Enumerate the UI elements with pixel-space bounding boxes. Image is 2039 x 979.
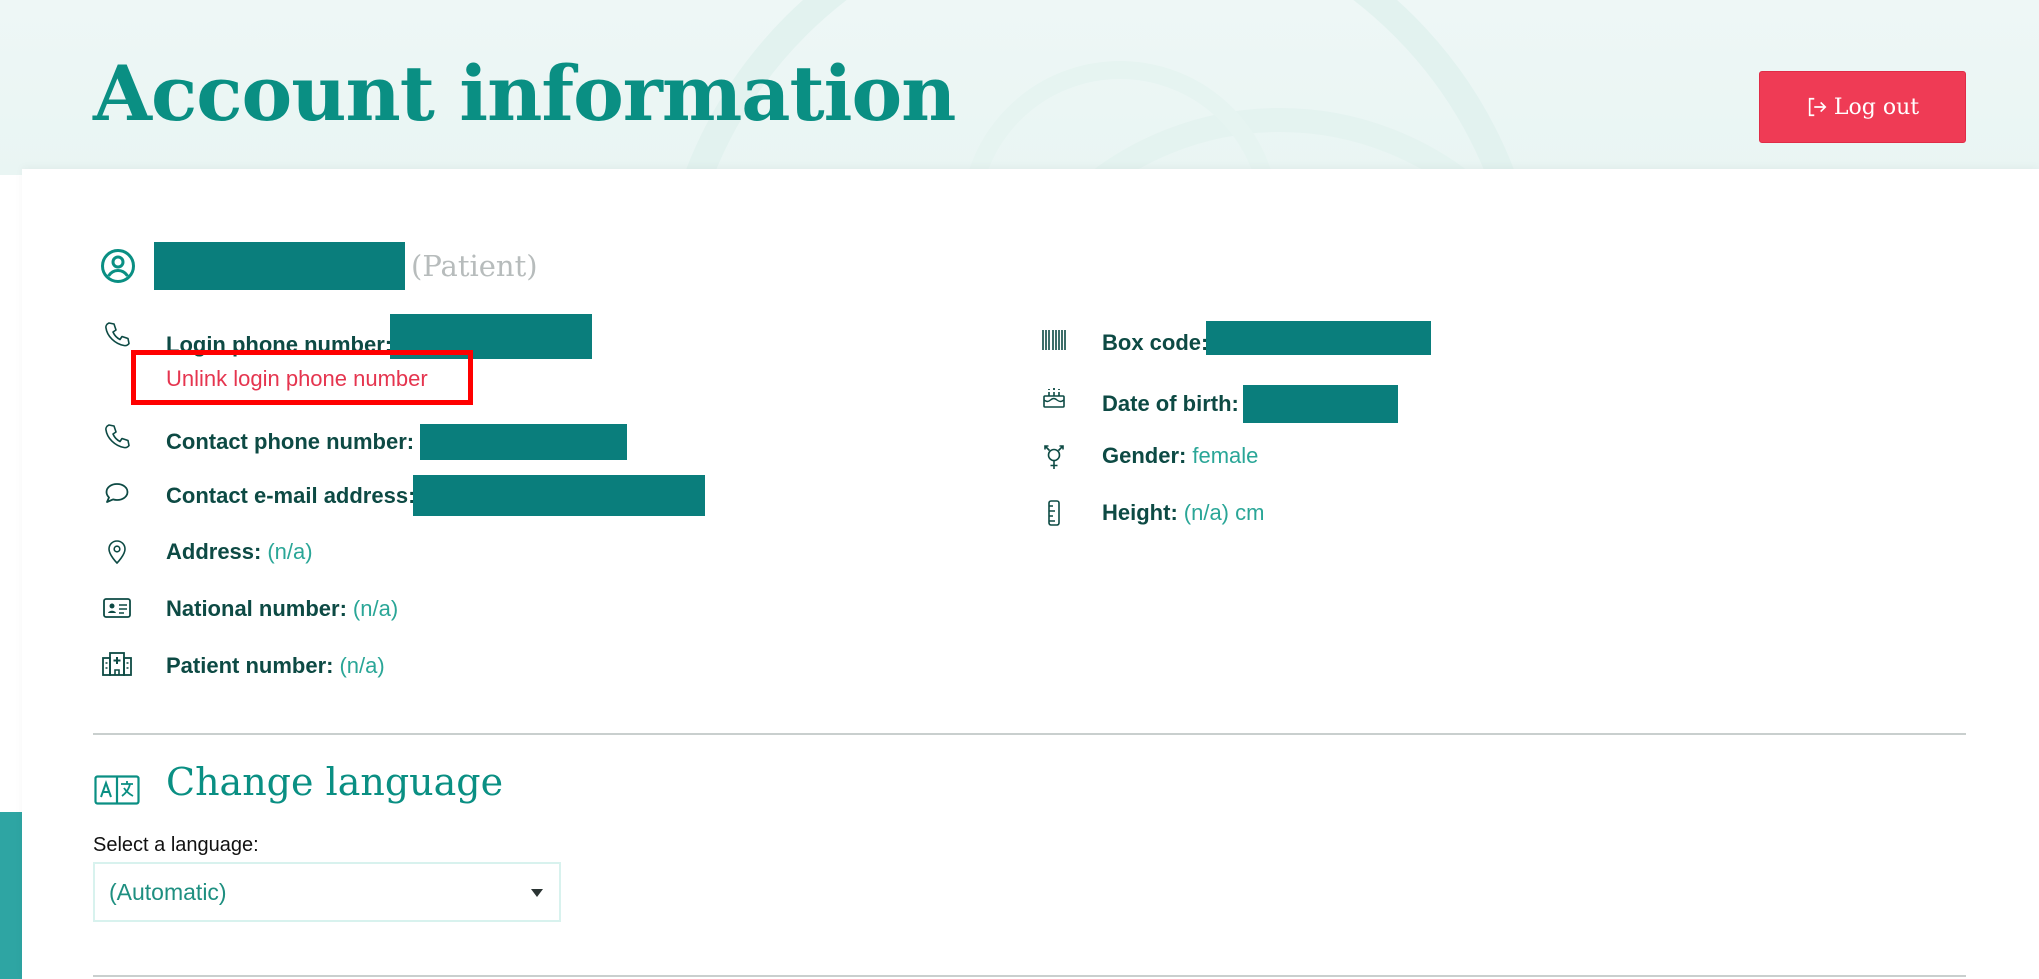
hospital-icon	[101, 648, 133, 680]
language-select-value: (Automatic)	[109, 878, 227, 905]
barcode-icon	[1038, 324, 1070, 356]
section-divider	[93, 733, 1966, 735]
patient-name-redacted	[154, 242, 405, 290]
phone-icon	[101, 420, 133, 452]
national-number-value: (n/a)	[352, 596, 399, 621]
contact-phone-label: Contact phone number:	[166, 429, 415, 454]
contact-email-field: Contact e-mail address:	[105, 475, 706, 516]
address-field: Address: (n/a)	[108, 539, 313, 565]
dropdown-caret-icon	[531, 889, 543, 897]
gender-value: female	[1192, 443, 1259, 468]
contact-email-value-redacted	[413, 475, 706, 516]
logout-button[interactable]: Log out	[1759, 71, 1966, 143]
height-label: Height:	[1102, 500, 1178, 525]
patient-number-value: (n/a)	[339, 653, 385, 678]
section-divider	[93, 975, 1966, 977]
user-circle-icon	[101, 249, 135, 283]
account-card	[22, 169, 2039, 979]
box-code-value-redacted	[1206, 321, 1432, 355]
national-number-field: National number: (n/a)	[103, 596, 399, 622]
height-value: (n/a) cm	[1183, 500, 1265, 525]
patient-number-field: Patient number: (n/a)	[102, 652, 385, 679]
select-language-label: Select a language:	[93, 834, 259, 856]
location-pin-icon	[101, 536, 133, 568]
logout-icon	[1808, 97, 1827, 117]
id-card-icon	[101, 592, 133, 624]
change-language-title: Change language	[166, 760, 504, 804]
ruler-icon	[1038, 497, 1070, 529]
address-label: Address:	[166, 539, 262, 564]
patient-number-label: Patient number:	[166, 653, 334, 678]
unlink-phone-link[interactable]: Unlink login phone number	[166, 366, 428, 392]
contact-phone-value-redacted	[420, 424, 628, 460]
phone-icon	[101, 318, 133, 350]
profile-name-row: (Patient)	[100, 242, 538, 290]
gender-icon	[1038, 441, 1070, 473]
date-of-birth-value-redacted	[1242, 385, 1398, 423]
translate-icon	[94, 775, 140, 805]
date-of-birth-label: Date of birth:	[1102, 391, 1239, 416]
gender-field: Gender: female	[1044, 443, 1259, 469]
logout-label: Log out	[1833, 94, 1920, 120]
patient-role: (Patient)	[411, 249, 538, 283]
box-code-label: Box code:	[1102, 330, 1209, 355]
contact-phone-field: Contact phone number:	[105, 424, 628, 460]
date-of-birth-field: Date of birth:	[1043, 385, 1398, 423]
left-accent-band	[0, 812, 22, 979]
address-value: (n/a)	[267, 539, 313, 564]
national-number-label: National number:	[166, 596, 347, 621]
height-field: Height: (n/a) cm	[1048, 500, 1265, 526]
page: Account information Log out (Patient) Lo…	[0, 0, 2039, 979]
chat-bubble-icon	[101, 477, 133, 509]
box-code-field: Box code:	[1042, 321, 1432, 356]
gender-label: Gender:	[1102, 443, 1187, 468]
language-select[interactable]: (Automatic)	[93, 862, 561, 922]
page-title: Account information	[93, 49, 956, 138]
contact-email-label: Contact e-mail address:	[166, 482, 416, 508]
birthday-cake-icon	[1038, 381, 1070, 413]
